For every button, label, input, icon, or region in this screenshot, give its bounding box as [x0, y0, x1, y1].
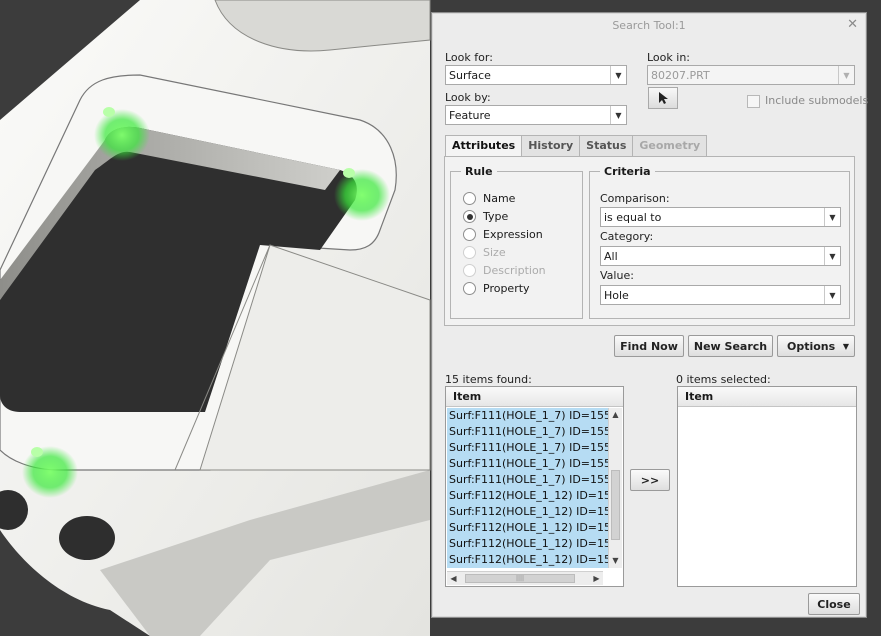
list-item[interactable]: Surf:F111(HOLE_1_7) ID=15526	[447, 424, 621, 440]
criteria-title: Criteria	[604, 165, 651, 178]
scroll-thumb[interactable]	[611, 470, 620, 540]
radio-button	[463, 264, 476, 277]
chevron-down-icon: ▼	[610, 106, 626, 124]
category-label: Category:	[600, 230, 654, 243]
cursor-arrow-icon	[659, 92, 668, 104]
look-in-label: Look in:	[647, 51, 690, 64]
scroll-thumb[interactable]: ||||	[465, 574, 575, 583]
dialog-title: Search Tool:1	[612, 18, 686, 32]
chevron-down-icon: ▼	[838, 66, 854, 84]
rule-group: Rule Name Type Expression Size Descripti…	[450, 165, 583, 319]
pick-model-button[interactable]	[648, 87, 678, 109]
close-button[interactable]: Close	[808, 593, 860, 615]
search-tool-dialog: Search Tool:1 ✕ Look for: Surface ▼ Look…	[431, 12, 869, 618]
rule-option-size: Size	[463, 246, 506, 259]
rule-option-name[interactable]: Name	[463, 192, 515, 205]
radio-button	[463, 228, 476, 241]
radio-button	[463, 246, 476, 259]
tab-status[interactable]: Status	[579, 135, 634, 157]
look-by-value: Feature	[449, 108, 491, 122]
value-select[interactable]: Hole ▼	[600, 285, 841, 305]
criteria-group: Criteria Comparison: is equal to ▼ Categ…	[589, 165, 850, 319]
chevron-down-icon: ▼	[824, 286, 840, 304]
part-hole	[59, 516, 115, 560]
scroll-down-icon[interactable]: ▼	[609, 554, 622, 568]
rule-option-label: Type	[483, 210, 509, 223]
list-item[interactable]: Surf:F111(HOLE_1_7) ID=15524	[447, 408, 621, 424]
look-by-label: Look by:	[445, 91, 491, 104]
rule-option-label: Expression	[483, 228, 543, 241]
tab-attributes[interactable]: Attributes	[445, 135, 523, 158]
look-for-select[interactable]: Surface ▼	[445, 65, 627, 85]
value-label: Value:	[600, 269, 634, 282]
vertical-scrollbar[interactable]: ▲ ▼	[608, 408, 622, 568]
list-item[interactable]: Surf:F112(HOLE_1_12) ID=1559	[447, 520, 621, 536]
attributes-panel: Rule Name Type Expression Size Descripti…	[444, 156, 855, 326]
list-column-header[interactable]: Item	[678, 387, 856, 407]
tab-strip: Attributes History Status Geometry	[445, 135, 708, 158]
rule-title: Rule	[465, 165, 493, 178]
rule-option-description: Description	[463, 264, 546, 277]
include-submodels-label: Include submodels	[765, 94, 869, 107]
horizontal-scrollbar[interactable]: ◀ |||| ▶	[447, 571, 603, 585]
highlighted-hole[interactable]	[22, 446, 78, 498]
add-to-selection-button[interactable]: >>	[630, 469, 670, 491]
scroll-left-icon[interactable]: ◀	[447, 572, 460, 585]
new-search-button[interactable]: New Search	[688, 335, 773, 357]
items-selected-label: 0 items selected:	[676, 373, 771, 386]
rule-option-property[interactable]: Property	[463, 282, 530, 295]
chevron-down-icon: ▼	[824, 247, 840, 265]
find-now-button[interactable]: Find Now	[614, 335, 684, 357]
rule-option-label: Property	[483, 282, 530, 295]
comparison-label: Comparison:	[600, 192, 670, 205]
look-for-value: Surface	[449, 68, 491, 82]
list-item[interactable]: Surf:F111(HOLE_1_7) ID=15550	[447, 456, 621, 472]
rule-option-label: Name	[483, 192, 516, 205]
dialog-titlebar[interactable]: Search Tool:1 ✕	[432, 13, 866, 37]
list-item[interactable]: Surf:F112(HOLE_1_12) ID=1562	[447, 536, 621, 552]
look-in-value: 80207.PRT	[651, 68, 710, 82]
comparison-select[interactable]: is equal to ▼	[600, 207, 841, 227]
radio-button	[463, 282, 476, 295]
scroll-right-icon[interactable]: ▶	[590, 572, 603, 585]
radio-button-selected	[463, 210, 476, 223]
rule-option-expression[interactable]: Expression	[463, 228, 543, 241]
list-item[interactable]: Surf:F111(HOLE_1_7) ID=15528	[447, 440, 621, 456]
list-item[interactable]: Surf:F112(HOLE_1_12) ID=1559	[447, 488, 621, 504]
items-found-label: 15 items found:	[445, 373, 532, 386]
options-label: Options	[787, 339, 836, 353]
close-icon[interactable]: ✕	[847, 17, 858, 32]
chevron-down-icon: ▼	[824, 208, 840, 226]
items-found-rows: Surf:F111(HOLE_1_7) ID=15524 Surf:F111(HO…	[447, 408, 621, 568]
category-select[interactable]: All ▼	[600, 246, 841, 266]
tab-history[interactable]: History	[521, 135, 581, 157]
chevron-down-icon: ▼	[610, 66, 626, 84]
comparison-value: is equal to	[604, 210, 662, 224]
include-submodels-checkbox[interactable]	[747, 95, 760, 108]
category-value: All	[604, 249, 618, 263]
tab-geometry: Geometry	[632, 135, 708, 157]
list-item[interactable]: Surf:F112(HOLE_1_12) ID=1559	[447, 504, 621, 520]
rule-option-label: Description	[483, 264, 546, 277]
chevron-down-icon: ▼	[842, 341, 849, 351]
items-selected-list[interactable]: Item	[677, 386, 857, 587]
options-button[interactable]: Options ▼	[777, 335, 855, 357]
rule-option-type[interactable]: Type	[463, 210, 508, 223]
look-for-label: Look for:	[445, 51, 493, 64]
items-found-list[interactable]: Item Surf:F111(HOLE_1_7) ID=15524 Surf:F1…	[445, 386, 624, 587]
list-item[interactable]: Surf:F112(HOLE_1_12) ID=1562	[447, 552, 621, 568]
look-by-select[interactable]: Feature ▼	[445, 105, 627, 125]
rule-option-label: Size	[483, 246, 506, 259]
value-value: Hole	[604, 288, 629, 302]
look-in-select: 80207.PRT ▼	[647, 65, 855, 85]
list-column-header[interactable]: Item	[446, 387, 623, 407]
list-item[interactable]: Surf:F111(HOLE_1_7) ID=15554	[447, 472, 621, 488]
radio-button	[463, 192, 476, 205]
scroll-up-icon[interactable]: ▲	[609, 408, 622, 422]
